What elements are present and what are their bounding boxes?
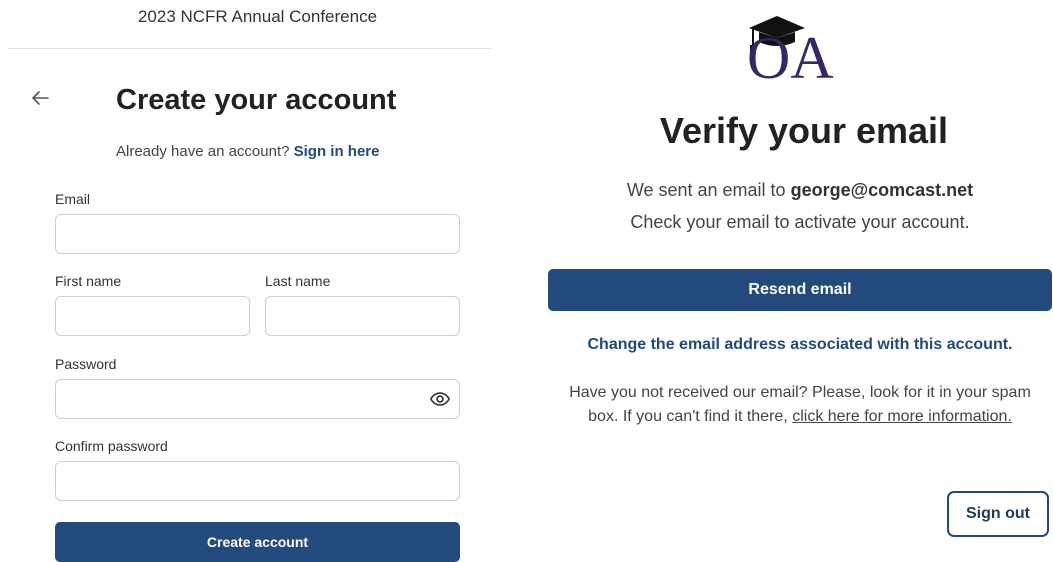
header-divider — [8, 48, 491, 49]
password-input[interactable] — [55, 379, 460, 419]
logo-text: OA — [747, 25, 834, 91]
change-email-link[interactable]: Change the email address associated with… — [548, 336, 1052, 354]
first-name-label: First name — [55, 273, 122, 289]
sent-prefix: We sent an email to — [626, 180, 786, 200]
email-label: Email — [55, 191, 91, 207]
confirm-password-label: Confirm password — [55, 438, 168, 454]
oa-logo: OA — [737, 12, 862, 91]
check-email-text: Check your email to activate your accoun… — [630, 212, 970, 232]
create-account-button[interactable]: Create account — [55, 522, 460, 562]
confirm-password-input[interactable] — [55, 461, 460, 501]
have-account-text: Already have an account? — [116, 143, 290, 160]
verify-title: Verify your email — [659, 110, 949, 151]
eye-icon[interactable] — [429, 388, 451, 410]
email-input[interactable] — [55, 214, 460, 254]
sign-in-link[interactable]: Sign in here — [294, 143, 380, 160]
have-account-line: Already have an account? Sign in here — [116, 143, 379, 160]
page-title: Create your account — [116, 84, 397, 116]
back-arrow-icon[interactable] — [28, 86, 52, 110]
last-name-label: Last name — [265, 273, 331, 289]
help-text: Have you not received our email? Please,… — [556, 381, 1044, 429]
sent-email-line: We sent an email to george@comcast.net — [548, 180, 1052, 201]
conference-title: 2023 NCFR Annual Conference — [137, 7, 378, 26]
password-label: Password — [55, 356, 117, 372]
last-name-input[interactable] — [265, 296, 460, 336]
resend-email-button[interactable]: Resend email — [548, 269, 1052, 311]
user-email: george@comcast.net — [790, 180, 974, 200]
create-account-panel: 2023 NCFR Annual Conference Create your … — [0, 0, 495, 562]
more-info-link[interactable]: click here for more information. — [792, 408, 1012, 425]
first-name-input[interactable] — [55, 296, 250, 336]
sign-out-button[interactable]: Sign out — [947, 491, 1049, 537]
